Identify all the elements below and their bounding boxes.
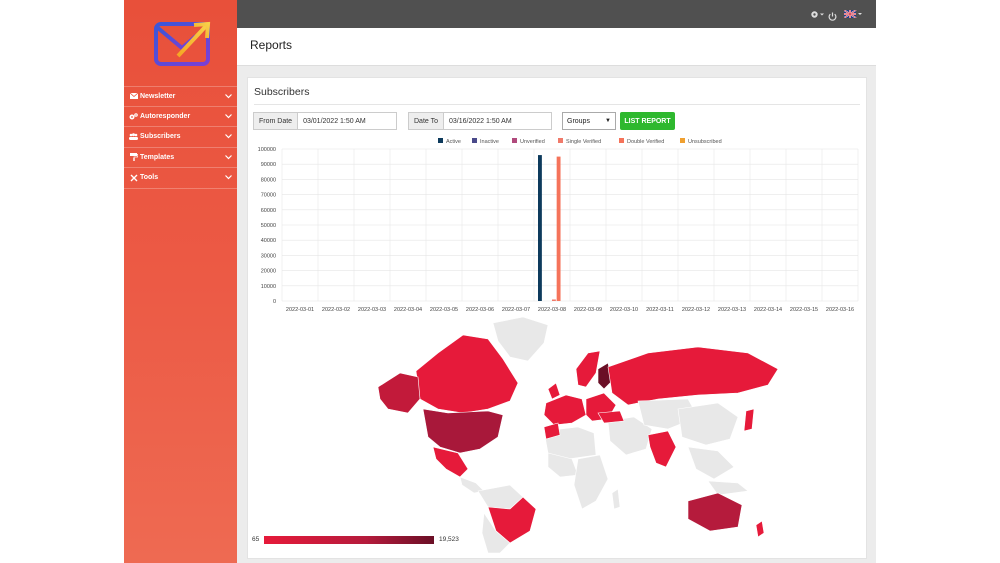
- envelope-arrow-logo[interactable]: [152, 20, 214, 70]
- map-region-india: [647, 430, 677, 468]
- groups-select[interactable]: Groups ▼: [562, 112, 616, 130]
- page-title: Reports: [250, 38, 293, 52]
- chevron-down-icon: [223, 92, 233, 101]
- map-region-china: [677, 402, 739, 446]
- map-region-uk: [547, 382, 561, 400]
- map-region-greenland: [492, 316, 549, 362]
- y-tick-label-7: 30000: [261, 253, 276, 259]
- map-region-new-zealand: [755, 520, 765, 538]
- legend-swatch-0: [438, 138, 443, 143]
- map-legend-gradient: [264, 536, 434, 544]
- map-region-madagascar: [611, 488, 621, 510]
- sidebar-item-templates[interactable]: Templates: [124, 148, 237, 168]
- from-date-label: From Date: [254, 113, 299, 129]
- top-bar: [237, 0, 876, 28]
- sidebar: Newsletter Autoresponder Subscribers Tem…: [124, 0, 237, 563]
- bar-active-2022-03-08: [538, 155, 542, 301]
- sidebar-item-label: Tools: [140, 174, 159, 182]
- chart-legend: Active Inactive Unverified Single Verified D…: [438, 138, 722, 145]
- map-region-central-africa: [573, 454, 609, 510]
- gear-icon[interactable]: [810, 8, 824, 20]
- from-date-input[interactable]: 03/01/2022 1:50 AM: [298, 113, 371, 129]
- y-tick-label-3: 70000: [261, 193, 276, 199]
- legend-label-3: Single Verified: [566, 139, 601, 145]
- map-legend-max: 19,523: [439, 536, 459, 543]
- map-region-turkey: [597, 410, 625, 424]
- sidebar-item-newsletter[interactable]: Newsletter: [124, 86, 237, 107]
- map-region-indonesia: [707, 480, 749, 496]
- sidebar-item-label: Autoresponder: [140, 112, 191, 120]
- from-date-field: From Date 03/01/2022 1:50 AM: [253, 112, 397, 130]
- legend-label-2: Unverified: [520, 139, 545, 145]
- sidebar-item-subscribers[interactable]: Subscribers: [124, 127, 237, 148]
- legend-swatch-3: [558, 138, 563, 143]
- tools-icon: [129, 174, 138, 182]
- paint-roller-icon: [129, 153, 138, 162]
- map-region-russia: [607, 346, 779, 406]
- gears-icon: [129, 112, 138, 120]
- envelope-icon: [129, 92, 138, 100]
- y-tick-label-6: 40000: [261, 238, 276, 244]
- divider: [254, 104, 860, 105]
- chevron-down-icon: [223, 112, 233, 121]
- date-to-field: Date To 03/16/2022 1:50 AM: [408, 112, 552, 130]
- bar-double-verified-2022-03-08: [556, 156, 561, 301]
- sidebar-item-label: Newsletter: [140, 92, 176, 100]
- y-tick-label-4: 60000: [261, 208, 276, 214]
- sidebar-item-autoresponder[interactable]: Autoresponder: [124, 107, 237, 127]
- y-tick-label-2: 80000: [261, 177, 276, 183]
- sidebar-item-label: Templates: [140, 153, 175, 161]
- legend-label-0: Active: [446, 139, 461, 145]
- map-region-western-europe: [543, 394, 587, 426]
- map-region-scandinavia: [575, 350, 601, 388]
- sidebar-item-label: Subscribers: [140, 133, 181, 141]
- groups-select-value: Groups: [567, 117, 590, 125]
- subscribers-bar-chart: Active Inactive Unverified Single Verified D…: [258, 138, 859, 313]
- chevron-down-icon: [223, 173, 233, 182]
- y-tick-label-5: 50000: [261, 223, 276, 229]
- map-region-southeast-asia: [687, 446, 735, 480]
- date-to-input[interactable]: 03/16/2022 1:50 AM: [444, 113, 517, 129]
- app-window: Newsletter Autoresponder Subscribers Tem…: [124, 0, 876, 563]
- users-icon: [129, 133, 138, 141]
- map-region-australia: [687, 492, 743, 532]
- chart-bars: [538, 155, 561, 301]
- caret-down-icon: ▼: [605, 118, 611, 124]
- legend-label-4: Double Verified: [627, 139, 664, 145]
- y-tick-label-9: 10000: [261, 284, 276, 290]
- page-header: Reports: [237, 28, 876, 66]
- date-to-label: Date To: [409, 113, 444, 129]
- y-tick-label-10: 0: [273, 299, 276, 305]
- sidebar-item-tools[interactable]: Tools: [124, 168, 237, 189]
- map-region-alaska: [377, 372, 421, 414]
- bar-single-verified-2022-03-08: [552, 299, 556, 301]
- legend-label-5: Unsubscribed: [688, 139, 722, 145]
- map-region-japan: [743, 408, 755, 432]
- power-icon[interactable]: [828, 8, 838, 21]
- y-tick-label-0: 100000: [258, 147, 276, 153]
- world-map: [377, 316, 779, 553]
- subscribers-panel: Subscribers From Date 03/01/2022 1:50 AM…: [247, 77, 867, 559]
- panel-title: Subscribers: [254, 86, 310, 98]
- y-tick-label-8: 20000: [261, 269, 276, 275]
- y-tick-label-1: 90000: [261, 162, 276, 168]
- list-report-button[interactable]: LIST REPORT: [620, 112, 675, 130]
- legend-label-1: Inactive: [480, 139, 499, 145]
- legend-swatch-4: [619, 138, 624, 143]
- map-legend-min: 65: [252, 536, 260, 543]
- y-axis-ticks: 1000009000080000700006000050000400003000…: [258, 147, 276, 305]
- legend-swatch-2: [512, 138, 517, 143]
- uk-flag-icon[interactable]: [844, 9, 862, 19]
- map-region-usa: [422, 408, 504, 454]
- legend-swatch-1: [472, 138, 477, 143]
- legend-swatch-5: [680, 138, 685, 143]
- sidebar-nav: Newsletter Autoresponder Subscribers Tem…: [124, 86, 237, 189]
- chevron-down-icon: [223, 132, 233, 141]
- chart-grid: [281, 148, 859, 302]
- chevron-down-icon: [223, 153, 233, 162]
